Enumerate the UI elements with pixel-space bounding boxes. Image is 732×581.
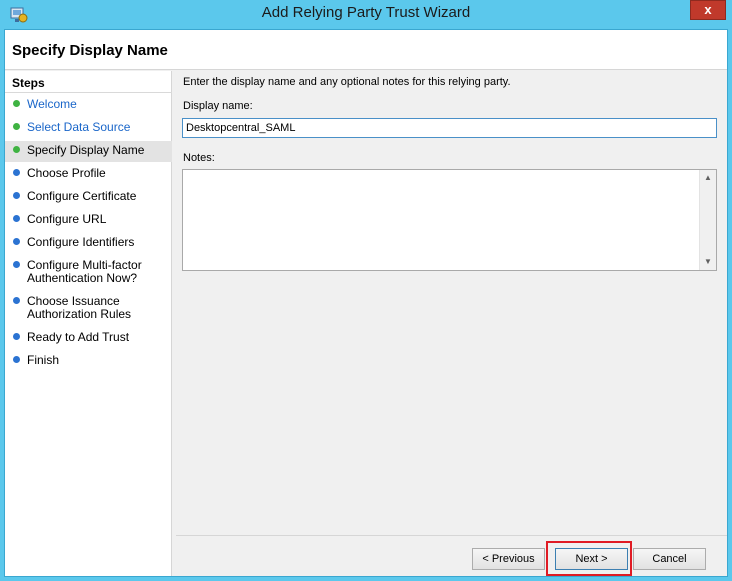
step-configure-identifiers: Configure Identifiers <box>5 233 172 253</box>
page-title: Specify Display Name <box>12 42 168 59</box>
wizard-window: Specify Display Name Steps Welcome Selec… <box>5 30 727 576</box>
step-current-icon <box>13 146 20 153</box>
title-bar: Add Relying Party Trust Wizard x <box>0 0 732 30</box>
step-done-icon <box>13 100 20 107</box>
steps-heading: Steps <box>12 76 45 90</box>
step-done-icon <box>13 123 20 130</box>
step-specify-display-name: Specify Display Name <box>5 141 172 162</box>
step-configure-certificate: Configure Certificate <box>5 187 172 207</box>
step-label: Finish <box>27 353 60 367</box>
steps-divider <box>5 92 172 93</box>
content-panel: Enter the display name and any optional … <box>176 71 727 533</box>
steps-panel: Steps Welcome Select Data Source Specify… <box>5 71 172 576</box>
previous-button[interactable]: < Previous <box>472 548 545 570</box>
notes-label: Notes: <box>183 152 215 164</box>
step-label: Choose Issuance Authorization Rules <box>27 294 132 321</box>
step-configure-mfa: Configure Multi-factor Authentication No… <box>5 256 172 289</box>
window-title: Add Relying Party Trust Wizard <box>261 4 471 21</box>
step-pending-icon <box>13 297 20 304</box>
step-label: Welcome <box>27 97 77 111</box>
step-label: Configure URL <box>27 212 107 226</box>
step-pending-icon <box>13 261 20 268</box>
step-configure-url: Configure URL <box>5 210 172 230</box>
display-name-input[interactable] <box>182 118 717 138</box>
step-label: Choose Profile <box>27 166 106 180</box>
next-button[interactable]: Next > <box>555 548 628 570</box>
close-icon: x <box>704 2 712 17</box>
step-select-data-source[interactable]: Select Data Source <box>5 118 172 138</box>
step-label: Configure Multi-factor Authentication No… <box>27 258 142 285</box>
step-finish: Finish <box>5 351 172 371</box>
step-label: Ready to Add Trust <box>27 330 130 344</box>
step-pending-icon <box>13 215 20 222</box>
intro-text: Enter the display name and any optional … <box>183 76 511 88</box>
step-label: Configure Certificate <box>27 189 137 203</box>
close-button[interactable]: x <box>690 0 726 20</box>
display-name-label: Display name: <box>183 100 253 112</box>
step-choose-profile: Choose Profile <box>5 164 172 184</box>
step-welcome[interactable]: Welcome <box>5 95 172 115</box>
notes-scrollbar[interactable]: ▲ ▼ <box>699 170 716 270</box>
step-label: Select Data Source <box>27 120 131 134</box>
step-ready-to-add-trust: Ready to Add Trust <box>5 328 172 348</box>
step-choose-issuance-rules: Choose Issuance Authorization Rules <box>5 292 172 325</box>
wizard-header: Specify Display Name <box>5 30 727 70</box>
step-pending-icon <box>13 356 20 363</box>
step-pending-icon <box>13 192 20 199</box>
step-label: Configure Identifiers <box>27 235 135 249</box>
scroll-up-icon[interactable]: ▲ <box>700 170 716 186</box>
step-pending-icon <box>13 238 20 245</box>
button-bar: < Previous Next > Cancel <box>176 535 727 576</box>
cancel-button[interactable]: Cancel <box>633 548 706 570</box>
notes-textarea[interactable]: ▲ ▼ <box>182 169 717 271</box>
notes-text <box>183 170 716 176</box>
scroll-down-icon[interactable]: ▼ <box>700 254 716 270</box>
step-pending-icon <box>13 169 20 176</box>
step-label: Specify Display Name <box>27 143 145 157</box>
step-pending-icon <box>13 333 20 340</box>
